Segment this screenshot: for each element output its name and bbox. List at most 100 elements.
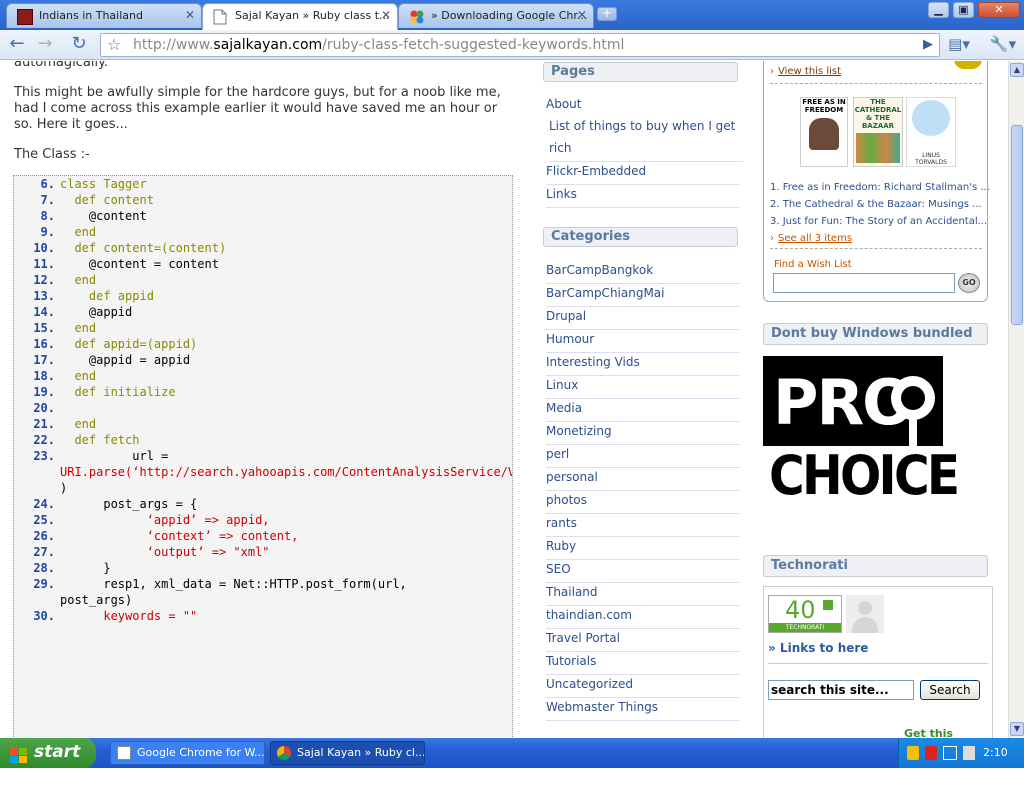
- page-link-things-to-buy[interactable]: List of things to buy when I get: [549, 117, 743, 140]
- category-link[interactable]: SEO: [546, 560, 740, 583]
- code-text: @appid: [60, 305, 133, 319]
- chrome-icon: [277, 746, 291, 760]
- search-site-input[interactable]: search this site...: [768, 680, 914, 700]
- paragraph-line: so. Here it goes...: [14, 117, 128, 132]
- code-text: def appid: [60, 289, 154, 303]
- page-link-flickr-embedded[interactable]: Flickr-Embedded: [546, 162, 740, 185]
- choice-text: CHOICE: [769, 444, 960, 507]
- category-link[interactable]: Media: [546, 399, 740, 422]
- tab-downloading-google-chrome[interactable]: » Downloading Google Chr... ✕: [398, 3, 594, 28]
- code-text: ): [60, 481, 68, 495]
- volume-icon[interactable]: [963, 746, 975, 760]
- wish-list-search-input[interactable]: [773, 273, 955, 293]
- code-text: resp1, xml_data = Net::HTTP.post_form(ur…: [60, 577, 407, 591]
- code-text: ‘context’ => content,: [60, 529, 299, 543]
- code-text: def initialize: [60, 385, 176, 399]
- taskbar-label: Sajal Kayan » Ruby cl...: [297, 746, 425, 759]
- wrench-menu-icon[interactable]: 🔧▾: [986, 34, 1020, 56]
- category-link[interactable]: thaindian.com: [546, 606, 740, 629]
- line-number: 27.: [33, 545, 55, 559]
- security-shield-icon[interactable]: [907, 746, 919, 760]
- forward-arrow-icon[interactable]: →: [34, 34, 56, 56]
- scroll-down-icon[interactable]: ▼: [1010, 722, 1024, 736]
- line-number: 19.: [33, 385, 55, 399]
- code-text: def fetch: [60, 433, 140, 447]
- go-button[interactable]: GO: [958, 273, 980, 293]
- cover-title: FREE AS IN FREEDOM: [802, 98, 846, 114]
- view-this-list-link[interactable]: View this list: [778, 66, 841, 77]
- category-link[interactable]: personal: [546, 468, 740, 491]
- category-link[interactable]: Interesting Vids: [546, 353, 740, 376]
- reload-icon[interactable]: ↻: [68, 34, 90, 56]
- cover-title: THE CATHEDRAL & THE BAZAAR: [854, 98, 902, 130]
- tab-indians-in-thailand[interactable]: Indians in Thailand ✕: [6, 3, 202, 28]
- address-bar[interactable]: ☆ http://www.sajalkayan.com/ruby-class-f…: [100, 33, 940, 57]
- browser-window: Indians in Thailand ✕ Sajal Kayan » Ruby…: [0, 0, 1024, 738]
- category-link[interactable]: Linux: [546, 376, 740, 399]
- category-link[interactable]: Travel Portal: [546, 629, 740, 652]
- view-list-arrow-icon: ›: [770, 66, 774, 77]
- taskbar-item-sajal-kayan[interactable]: Sajal Kayan » Ruby cl...: [270, 741, 425, 765]
- tab-sajal-kayan[interactable]: Sajal Kayan » Ruby class t... ✕: [202, 3, 398, 30]
- window-icon: [117, 746, 131, 760]
- category-link[interactable]: perl: [546, 445, 740, 468]
- book-cover-just-for-fun[interactable]: LINUS TORVALDS: [906, 97, 956, 167]
- links-to-here-link[interactable]: » Links to here: [768, 641, 868, 655]
- line-number: 22.: [33, 433, 55, 447]
- back-arrow-icon[interactable]: ←: [6, 34, 28, 56]
- category-link[interactable]: Humour: [546, 330, 740, 353]
- go-arrow-icon[interactable]: ▶: [923, 34, 933, 56]
- book-cover-free-as-in-freedom[interactable]: FREE AS IN FREEDOM: [800, 97, 848, 167]
- category-link[interactable]: photos: [546, 491, 740, 514]
- close-tab-icon[interactable]: ✕: [577, 8, 587, 22]
- category-link[interactable]: Monetizing: [546, 422, 740, 445]
- category-link[interactable]: Tutorials: [546, 652, 740, 675]
- close-tab-icon[interactable]: ✕: [185, 8, 195, 22]
- category-link[interactable]: rants: [546, 514, 740, 537]
- get-widget-link[interactable]: Get this widget: [904, 727, 992, 738]
- amazon-logo-icon: [954, 61, 982, 69]
- category-link[interactable]: Thailand: [546, 583, 740, 606]
- line-number: 16.: [33, 337, 55, 351]
- category-link[interactable]: Drupal: [546, 307, 740, 330]
- wishlist-item-2[interactable]: 2. The Cathedral & the Bazaar: Musings .…: [770, 199, 982, 210]
- network-icon[interactable]: [943, 746, 957, 760]
- new-tab-button[interactable]: +: [597, 7, 617, 21]
- scroll-thumb[interactable]: [1011, 125, 1023, 325]
- category-link[interactable]: BarCampChiangMai: [546, 284, 740, 307]
- category-link[interactable]: Ruby: [546, 537, 740, 560]
- code-text: }: [60, 561, 111, 575]
- category-link[interactable]: Uncategorized: [546, 675, 740, 698]
- cover-title: LINUS TORVALDS: [915, 152, 947, 166]
- wishlist-item-1[interactable]: 1. Free as in Freedom: Richard Stallman'…: [770, 182, 990, 193]
- page-content: automagically. This might be awfully sim…: [0, 61, 1008, 738]
- close-window-button[interactable]: ✕: [978, 2, 1020, 18]
- page-menu-icon[interactable]: ▤▾: [948, 34, 970, 56]
- technorati-authority-badge[interactable]: 40 TECHNORATI: [768, 595, 842, 633]
- taskbar-label: Google Chrome for W...: [137, 746, 265, 759]
- vertical-scrollbar[interactable]: ▲ ▼: [1008, 61, 1024, 738]
- taskbar-item-chrome-for-windows[interactable]: Google Chrome for W...: [110, 741, 265, 765]
- pro-choice-image[interactable]: PRO CHOICE: [763, 356, 960, 511]
- line-number: 20.: [33, 401, 55, 415]
- line-number: 17.: [33, 353, 55, 367]
- start-button[interactable]: start: [0, 738, 96, 768]
- page-link-links[interactable]: Links: [546, 185, 740, 208]
- code-text: URI.parse(‘http://search.yahooapis.com/C…: [60, 465, 512, 479]
- category-link[interactable]: BarCampBangkok: [546, 261, 740, 284]
- book-cover-cathedral-bazaar[interactable]: THE CATHEDRAL & THE BAZAAR: [853, 97, 903, 167]
- search-button[interactable]: Search: [920, 680, 980, 700]
- minimize-button[interactable]: ▁: [928, 2, 949, 18]
- close-tab-icon[interactable]: ✕: [381, 8, 391, 22]
- scroll-up-icon[interactable]: ▲: [1010, 63, 1024, 77]
- see-all-items-link[interactable]: See all 3 items: [778, 233, 852, 244]
- page-link-rich[interactable]: rich: [549, 139, 743, 162]
- bookmark-star-icon[interactable]: ☆: [107, 34, 121, 56]
- wishlist-item-3[interactable]: 3. Just for Fun: The Story of an Acciden…: [770, 216, 987, 227]
- security-alert-icon[interactable]: [925, 746, 937, 760]
- page-link-about[interactable]: About: [546, 95, 740, 118]
- category-link[interactable]: Webmaster Things: [546, 698, 740, 721]
- maximize-button[interactable]: ▣: [953, 2, 974, 18]
- code-text: @appid = appid: [60, 353, 191, 367]
- code-text: end: [60, 417, 97, 431]
